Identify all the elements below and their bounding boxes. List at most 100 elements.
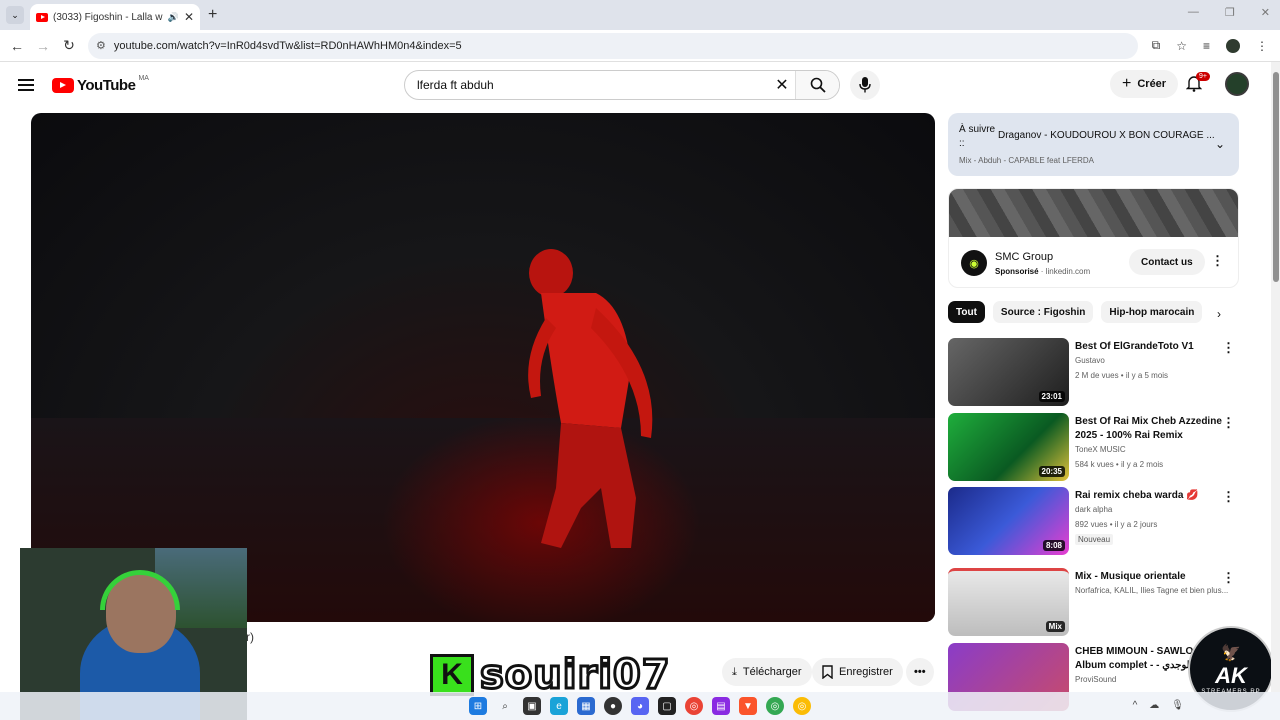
up-next-playlist: Mix - Abduh - CAPABLE feat LFERDA [959, 156, 1095, 165]
eagle-icon: 🦅 [1221, 645, 1241, 662]
up-next-panel[interactable]: À suivre :: Draganov - KOUDOUROU X BON C… [948, 113, 1239, 176]
more-actions-button[interactable]: ••• [906, 658, 934, 686]
video-meta: 892 vues • il y a 2 jours [1075, 520, 1158, 529]
address-bar-row: ← → ↻ ⚙ youtube.com/watch?v=InR0d4svdTw&… [0, 30, 1280, 62]
download-label: Télécharger [742, 666, 802, 678]
chip-source[interactable]: Source : Figoshin [992, 301, 1094, 323]
list-item[interactable]: 8:08 Rai remix cheba warda 💋 dark alpha … [948, 487, 1239, 557]
clear-search-icon[interactable]: ✕ [769, 75, 795, 95]
back-button[interactable]: ← [4, 38, 30, 54]
youtube-play-icon [52, 77, 74, 93]
speaker-icon[interactable]: 🔊 [168, 12, 179, 23]
more-options-icon[interactable]: ⋮ [1222, 489, 1235, 505]
list-item[interactable]: 23:01 Best Of ElGrandeToto V1 Gustavo 2 … [948, 338, 1239, 408]
page-scrollbar-thumb[interactable] [1273, 72, 1279, 282]
close-window-button[interactable]: ✕ [1261, 6, 1270, 19]
search-icon[interactable]: ⌕ [496, 697, 514, 715]
video-thumbnail[interactable]: 23:01 [948, 338, 1069, 406]
obs-icon[interactable]: ● [604, 697, 622, 715]
cloud-icon[interactable]: ☁ [1149, 700, 1159, 711]
twitch-icon[interactable]: ▤ [712, 697, 730, 715]
list-item[interactable]: 20:35 Best Of Rai Mix Cheb Azzedine 2025… [948, 413, 1239, 483]
channel-name[interactable]: Norfafrica, KALIL, Ilies Tagne et bien p… [1075, 586, 1235, 595]
youtube-header: YouTube MA lferda ft abduh ✕ + Créer 9+ [0, 62, 1270, 108]
youtube-favicon-icon [36, 12, 48, 22]
up-next-label: À suivre :: [959, 124, 996, 149]
chip-hiphop[interactable]: Hip-hop marocain [1101, 301, 1203, 323]
browser-tab-active[interactable]: (3033) Figoshin - Lalla w Mo 🔊 ✕ [30, 4, 200, 30]
media-queue-icon[interactable]: ≡ [1203, 39, 1210, 53]
forward-button[interactable]: → [30, 38, 56, 54]
profile-avatar[interactable] [1226, 38, 1240, 53]
maximize-button[interactable]: ❐ [1225, 6, 1235, 19]
video-title-fragment: r) [246, 630, 254, 644]
notification-count-badge: 9+ [1196, 72, 1210, 81]
discord-icon[interactable]: ◕ [631, 697, 649, 715]
bookmark-star-icon[interactable]: ☆ [1176, 39, 1187, 53]
video-title[interactable]: Mix - Musique orientale [1075, 570, 1225, 584]
app-icon[interactable]: ▢ [658, 697, 676, 715]
channel-name[interactable]: dark alpha [1075, 505, 1235, 514]
download-button[interactable]: ⤓ Télécharger [722, 658, 812, 686]
more-options-icon[interactable]: ⋮ [1222, 340, 1235, 356]
microphone-icon [859, 77, 871, 93]
save-label: Enregistrer [839, 666, 893, 678]
ad-sponsored-label: Sponsorisé [995, 267, 1039, 276]
video-title[interactable]: Rai remix cheba warda 💋 [1075, 489, 1225, 503]
new-tab-button[interactable]: + [208, 6, 217, 24]
chrome-icon[interactable]: ◎ [793, 697, 811, 715]
microphone-icon[interactable]: 🎙 [1171, 700, 1184, 711]
reload-button[interactable]: ↻ [56, 37, 82, 54]
duration-badge: 23:01 [1038, 391, 1065, 402]
chrome-icon[interactable]: ◎ [766, 697, 784, 715]
brave-icon[interactable]: ▼ [739, 697, 757, 715]
windows-taskbar: ⊞ ⌕ ▣ e ▦ ● ◕ ▢ ◎ ▤ ▼ ◎ ◎ [0, 692, 1280, 720]
list-item[interactable]: Mix Mix - Musique orientale Norfafrica, … [948, 568, 1239, 638]
tab-search-dropdown[interactable]: ⌄ [6, 6, 24, 24]
windows-start-icon[interactable]: ⊞ [469, 697, 487, 715]
country-code: MA [138, 74, 149, 82]
chrome-icon[interactable]: ◎ [685, 697, 703, 715]
sponsored-ad-card[interactable]: ◉ SMC Group Sponsorisé · linkedin.com Co… [948, 188, 1239, 288]
chevron-down-icon[interactable]: ⌄ [1215, 137, 1225, 151]
minimize-button[interactable]: — [1188, 6, 1199, 19]
create-label: Créer [1137, 78, 1167, 90]
video-player[interactable] [31, 113, 935, 622]
account-avatar[interactable] [1225, 72, 1249, 96]
chevron-up-icon[interactable]: ^ [1133, 700, 1138, 711]
ad-meta: Sponsorisé · linkedin.com [995, 267, 1091, 276]
plus-icon: + [1122, 75, 1132, 92]
up-next-title[interactable]: Draganov - KOUDOUROU X BON COURAGE ... [998, 130, 1215, 141]
create-button[interactable]: + Créer [1110, 70, 1179, 98]
store-icon[interactable]: ▦ [577, 697, 595, 715]
contact-us-button[interactable]: Contact us [1129, 249, 1205, 275]
channel-name[interactable]: Gustavo [1075, 356, 1235, 365]
voice-search-button[interactable] [850, 70, 880, 100]
channel-name[interactable]: ToneX MUSIC [1075, 445, 1235, 454]
edge-icon[interactable]: e [550, 697, 568, 715]
site-settings-icon[interactable]: ⚙ [96, 39, 106, 52]
system-tray: ^ ☁ 🎙 [1133, 700, 1184, 711]
chip-all[interactable]: Tout [948, 301, 985, 323]
more-options-icon[interactable]: ⋮ [1222, 570, 1235, 586]
youtube-logo[interactable]: YouTube MA [52, 74, 149, 94]
ad-more-icon[interactable]: ⋮ [1211, 253, 1224, 269]
browser-menu-icon[interactable]: ⋮ [1256, 39, 1268, 53]
omnibox[interactable]: ⚙ youtube.com/watch?v=InR0d4svdTw&list=R… [88, 32, 1138, 59]
chevron-right-icon[interactable]: › [1217, 307, 1221, 321]
install-app-icon[interactable]: ⧉ [1152, 38, 1161, 53]
search-button[interactable] [795, 71, 839, 99]
notifications-button[interactable]: 9+ [1185, 72, 1210, 97]
hamburger-menu-icon[interactable] [18, 76, 34, 94]
more-options-icon[interactable]: ⋮ [1222, 415, 1235, 431]
close-tab-icon[interactable]: ✕ [184, 10, 194, 24]
video-thumbnail[interactable]: 20:35 [948, 413, 1069, 481]
video-title[interactable]: Best Of Rai Mix Cheb Azzedine 2025 - 100… [1075, 415, 1225, 443]
video-thumbnail[interactable]: Mix [948, 568, 1069, 636]
save-button[interactable]: Enregistrer [812, 658, 903, 686]
video-thumbnail[interactable]: 8:08 [948, 487, 1069, 555]
filter-chips: Tout Source : Figoshin Hip-hop marocain [948, 301, 1203, 323]
video-title[interactable]: Best Of ElGrandeToto V1 [1075, 340, 1225, 354]
task-view-icon[interactable]: ▣ [523, 697, 541, 715]
search-input[interactable]: lferda ft abduh [405, 78, 769, 92]
